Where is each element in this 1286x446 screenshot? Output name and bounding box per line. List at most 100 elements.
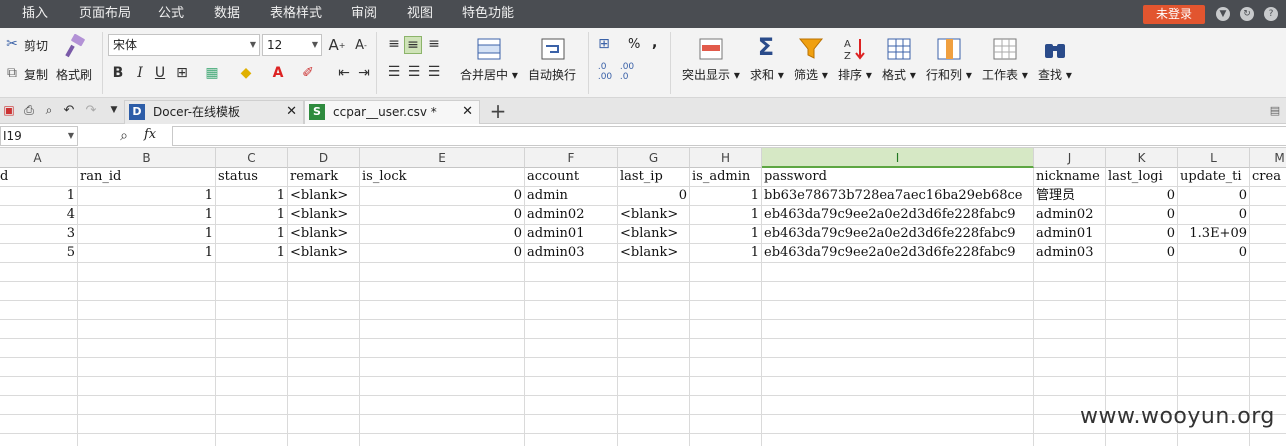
- empty-cell[interactable]: [216, 339, 288, 358]
- table-cell[interactable]: eb463da79c9ee2a0e2d3d6fe228fabc9: [762, 206, 1034, 225]
- empty-cell[interactable]: [1178, 301, 1250, 320]
- empty-cell[interactable]: [525, 282, 618, 301]
- table-cell[interactable]: 1.3: [1250, 225, 1286, 244]
- font-size-select[interactable]: 12 ▼: [262, 34, 322, 56]
- table-cell[interactable]: admin: [525, 187, 618, 206]
- empty-cell[interactable]: [618, 282, 690, 301]
- empty-cell[interactable]: [690, 415, 762, 434]
- empty-cell[interactable]: [1250, 434, 1286, 446]
- empty-cell[interactable]: [0, 415, 78, 434]
- pdf-icon[interactable]: ▣: [2, 102, 16, 118]
- column-header-d[interactable]: D: [288, 148, 360, 168]
- empty-cell[interactable]: [360, 358, 525, 377]
- menu-formula[interactable]: 公式: [158, 0, 184, 28]
- empty-cell[interactable]: [360, 434, 525, 446]
- increase-decimal-icon[interactable]: .0.00: [596, 62, 614, 82]
- empty-cell[interactable]: [288, 434, 360, 446]
- empty-cell[interactable]: [525, 320, 618, 339]
- table-cell[interactable]: 0: [618, 187, 690, 206]
- empty-cell[interactable]: [0, 282, 78, 301]
- empty-cell[interactable]: [690, 320, 762, 339]
- empty-cell[interactable]: [78, 282, 216, 301]
- table-cell[interactable]: <blank>: [618, 225, 690, 244]
- empty-cell[interactable]: [525, 263, 618, 282]
- empty-cell[interactable]: [360, 377, 525, 396]
- table-cell[interactable]: 1: [0, 187, 78, 206]
- empty-cell[interactable]: [1250, 282, 1286, 301]
- empty-cell[interactable]: [216, 301, 288, 320]
- tab-list-icon[interactable]: ▤: [1268, 102, 1282, 118]
- empty-cell[interactable]: [0, 377, 78, 396]
- border-icon[interactable]: ⊞: [174, 64, 190, 82]
- header-cell[interactable]: status: [216, 168, 288, 187]
- chevron-down-icon[interactable]: ▼: [108, 102, 120, 118]
- table-cell[interactable]: admin02: [525, 206, 618, 225]
- align-right-icon[interactable]: ☰: [426, 64, 442, 80]
- bold-button[interactable]: B: [110, 64, 126, 82]
- empty-cell[interactable]: [618, 263, 690, 282]
- table-cell[interactable]: 5: [0, 244, 78, 263]
- empty-cell[interactable]: [78, 358, 216, 377]
- column-header-g[interactable]: G: [618, 148, 690, 168]
- empty-cell[interactable]: [216, 415, 288, 434]
- empty-cell[interactable]: [618, 358, 690, 377]
- column-header-h[interactable]: H: [690, 148, 762, 168]
- empty-cell[interactable]: [1106, 377, 1178, 396]
- table-cell[interactable]: 1: [216, 206, 288, 225]
- table-cell[interactable]: 1: [690, 225, 762, 244]
- empty-cell[interactable]: [216, 434, 288, 446]
- table-cell[interactable]: 1: [690, 187, 762, 206]
- empty-cell[interactable]: [690, 377, 762, 396]
- empty-cell[interactable]: [1178, 339, 1250, 358]
- table-cell[interactable]: 0: [1178, 244, 1250, 263]
- empty-cell[interactable]: [690, 358, 762, 377]
- table-cell[interactable]: 1: [690, 206, 762, 225]
- formula-input[interactable]: [172, 126, 1286, 146]
- table-cell[interactable]: 1.3E+09: [1178, 225, 1250, 244]
- table-cell[interactable]: [1250, 187, 1286, 206]
- empty-cell[interactable]: [360, 396, 525, 415]
- menu-special-features[interactable]: 特色功能: [462, 0, 514, 28]
- table-cell[interactable]: admin03: [525, 244, 618, 263]
- find-button[interactable]: 查找 ▾: [1038, 66, 1072, 83]
- percent-button[interactable]: %: [628, 37, 640, 52]
- clear-format-icon[interactable]: ✐: [300, 64, 316, 82]
- indent-increase-icon[interactable]: ⇥: [356, 64, 372, 82]
- empty-cell[interactable]: [360, 339, 525, 358]
- empty-cell[interactable]: [525, 396, 618, 415]
- help-icon[interactable]: ?: [1264, 7, 1278, 21]
- empty-cell[interactable]: [288, 339, 360, 358]
- decrease-font-icon[interactable]: A-: [352, 36, 370, 54]
- table-cell[interactable]: 1: [690, 244, 762, 263]
- empty-cell[interactable]: [360, 320, 525, 339]
- empty-cell[interactable]: [78, 263, 216, 282]
- empty-cell[interactable]: [762, 415, 1034, 434]
- worksheet-button[interactable]: 工作表 ▾: [982, 66, 1028, 83]
- empty-cell[interactable]: [288, 282, 360, 301]
- empty-cell[interactable]: [216, 358, 288, 377]
- empty-cell[interactable]: [78, 415, 216, 434]
- empty-cell[interactable]: [525, 434, 618, 446]
- column-header-e[interactable]: E: [360, 148, 525, 168]
- table-cell[interactable]: 0: [360, 187, 525, 206]
- highlight-button[interactable]: 突出显示 ▾: [682, 66, 740, 83]
- close-icon[interactable]: ✕: [462, 101, 473, 123]
- empty-cell[interactable]: [762, 396, 1034, 415]
- header-cell[interactable]: password: [762, 168, 1034, 187]
- empty-cell[interactable]: [618, 415, 690, 434]
- empty-cell[interactable]: [1250, 301, 1286, 320]
- table-cell[interactable]: admin01: [1034, 225, 1106, 244]
- skin-icon[interactable]: ▼: [1216, 7, 1230, 21]
- table-cell[interactable]: 3: [0, 225, 78, 244]
- empty-cell[interactable]: [78, 320, 216, 339]
- empty-cell[interactable]: [0, 263, 78, 282]
- format-button[interactable]: 格式 ▾: [882, 66, 916, 83]
- merge-center-button[interactable]: 合并居中 ▾: [460, 66, 518, 83]
- column-header-f[interactable]: F: [525, 148, 618, 168]
- empty-cell[interactable]: [618, 377, 690, 396]
- column-header-k[interactable]: K: [1106, 148, 1178, 168]
- header-cell[interactable]: crea: [1250, 168, 1286, 187]
- decrease-decimal-icon[interactable]: .00.0: [618, 62, 636, 82]
- print-preview-icon[interactable]: ⌕: [42, 102, 56, 118]
- header-cell[interactable]: account: [525, 168, 618, 187]
